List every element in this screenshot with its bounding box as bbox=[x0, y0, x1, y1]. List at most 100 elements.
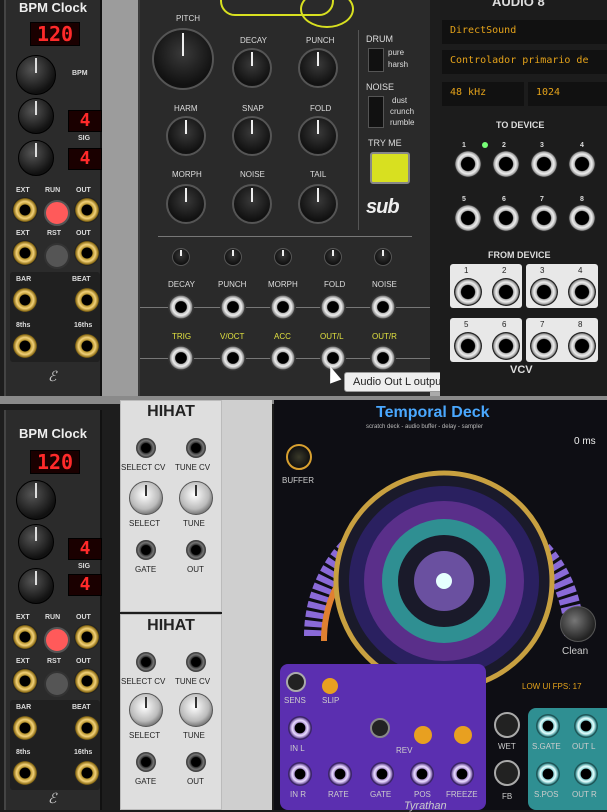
sample-rate-field[interactable]: 48 kHz bbox=[442, 82, 524, 106]
cv-jack-fold[interactable] bbox=[320, 294, 346, 320]
ext-reset-jack[interactable] bbox=[12, 240, 38, 266]
to-device-jack-4[interactable] bbox=[568, 150, 596, 178]
ext-reset-jack[interactable] bbox=[12, 668, 38, 694]
gate-jack[interactable] bbox=[370, 762, 394, 786]
from-device-jack-7[interactable] bbox=[530, 332, 558, 360]
tail-knob[interactable] bbox=[298, 184, 338, 224]
freeze-button[interactable] bbox=[414, 726, 432, 744]
reset-out-jack[interactable] bbox=[74, 668, 100, 694]
driver-field[interactable]: DirectSound bbox=[442, 20, 607, 44]
to-device-jack-1[interactable] bbox=[454, 150, 482, 178]
pos-jack[interactable] bbox=[410, 762, 434, 786]
ext-run-jack[interactable] bbox=[12, 197, 38, 223]
to-device-jack-7[interactable] bbox=[530, 204, 558, 232]
cv-attenuator-1[interactable] bbox=[172, 248, 190, 266]
run-button[interactable] bbox=[44, 627, 70, 653]
out-jack[interactable] bbox=[185, 751, 207, 773]
clock-out-jack[interactable] bbox=[74, 197, 100, 223]
cv-attenuator-4[interactable] bbox=[324, 248, 342, 266]
in-l-jack[interactable] bbox=[288, 716, 312, 740]
from-device-jack-3[interactable] bbox=[530, 278, 558, 306]
cv-jack-punch[interactable] bbox=[220, 294, 246, 320]
gate-jack[interactable] bbox=[135, 751, 157, 773]
rev-button[interactable] bbox=[370, 718, 390, 738]
eighths-jack[interactable] bbox=[12, 333, 38, 359]
clock-out-jack[interactable] bbox=[74, 624, 100, 650]
device-field[interactable]: Controlador primario de bbox=[442, 50, 607, 74]
select-knob[interactable] bbox=[129, 693, 163, 727]
reset-button[interactable] bbox=[44, 243, 70, 269]
cv-jack-morph[interactable] bbox=[270, 294, 296, 320]
from-device-jack-5[interactable] bbox=[454, 332, 482, 360]
sens-knob[interactable] bbox=[286, 672, 306, 692]
noise-switch[interactable] bbox=[368, 96, 384, 128]
cv-attenuator-3[interactable] bbox=[274, 248, 292, 266]
morph-knob[interactable] bbox=[166, 184, 206, 224]
sixteenths-jack[interactable] bbox=[74, 760, 100, 786]
bar-jack[interactable] bbox=[12, 287, 38, 313]
cv-attenuator-2[interactable] bbox=[224, 248, 242, 266]
freeze-jack[interactable] bbox=[450, 762, 474, 786]
out-jack[interactable] bbox=[185, 539, 207, 561]
freeze-button-2[interactable] bbox=[454, 726, 472, 744]
from-device-jack-1[interactable] bbox=[454, 278, 482, 306]
gate-jack[interactable] bbox=[135, 539, 157, 561]
to-device-jack-8[interactable] bbox=[568, 204, 596, 232]
drum-switch[interactable] bbox=[368, 48, 384, 72]
reset-button[interactable] bbox=[44, 671, 70, 697]
harm-knob[interactable] bbox=[166, 116, 206, 156]
to-device-jack-5[interactable] bbox=[454, 204, 482, 232]
cv-jack-decay[interactable] bbox=[168, 294, 194, 320]
ext-run-jack[interactable] bbox=[12, 624, 38, 650]
from-device-jack-8[interactable] bbox=[568, 332, 596, 360]
reset-out-jack[interactable] bbox=[74, 240, 100, 266]
sig-bottom-knob[interactable] bbox=[18, 140, 54, 176]
bpm-knob[interactable] bbox=[16, 55, 56, 95]
trig-jack[interactable] bbox=[168, 345, 194, 371]
to-device-jack-6[interactable] bbox=[492, 204, 520, 232]
from-device-jack-6[interactable] bbox=[492, 332, 520, 360]
eighths-jack[interactable] bbox=[12, 760, 38, 786]
sig-top-knob[interactable] bbox=[18, 98, 54, 134]
out-r-jack[interactable] bbox=[574, 762, 598, 786]
fold-knob[interactable] bbox=[298, 116, 338, 156]
to-device-jack-3[interactable] bbox=[530, 150, 558, 178]
punch-knob[interactable] bbox=[298, 48, 338, 88]
pitch-knob[interactable] bbox=[152, 28, 214, 90]
from-device-jack-2[interactable] bbox=[492, 278, 520, 306]
clean-knob[interactable] bbox=[560, 606, 596, 642]
s-gate-jack[interactable] bbox=[536, 714, 560, 738]
noise-knob[interactable] bbox=[232, 184, 272, 224]
select-knob[interactable] bbox=[129, 481, 163, 515]
platter-display[interactable] bbox=[294, 436, 594, 686]
snap-knob[interactable] bbox=[232, 116, 272, 156]
slip-button[interactable] bbox=[322, 678, 338, 694]
tune-cv-jack[interactable] bbox=[185, 651, 207, 673]
acc-jack[interactable] bbox=[270, 345, 296, 371]
sig-bottom-knob[interactable] bbox=[18, 568, 54, 604]
cv-attenuator-5[interactable] bbox=[374, 248, 392, 266]
block-size-field[interactable]: 1024 bbox=[528, 82, 607, 106]
to-device-jack-2[interactable] bbox=[492, 150, 520, 178]
sixteenths-jack[interactable] bbox=[74, 333, 100, 359]
bar-jack[interactable] bbox=[12, 715, 38, 741]
select-cv-jack[interactable] bbox=[135, 437, 157, 459]
bpm-knob[interactable] bbox=[16, 480, 56, 520]
wet-knob[interactable] bbox=[494, 712, 520, 738]
s-pos-jack[interactable] bbox=[536, 762, 560, 786]
select-cv-jack[interactable] bbox=[135, 651, 157, 673]
decay-knob[interactable] bbox=[232, 48, 272, 88]
sig-top-knob[interactable] bbox=[18, 524, 54, 560]
out-r-jack[interactable] bbox=[370, 345, 396, 371]
rate-jack[interactable] bbox=[328, 762, 352, 786]
tune-knob[interactable] bbox=[179, 481, 213, 515]
try-me-button[interactable] bbox=[370, 152, 410, 184]
fb-knob[interactable] bbox=[494, 760, 520, 786]
beat-jack[interactable] bbox=[74, 287, 100, 313]
voct-jack[interactable] bbox=[220, 345, 246, 371]
out-l-jack[interactable] bbox=[574, 714, 598, 738]
run-button[interactable] bbox=[44, 200, 70, 226]
tune-knob[interactable] bbox=[179, 693, 213, 727]
from-device-jack-4[interactable] bbox=[568, 278, 596, 306]
beat-jack[interactable] bbox=[74, 715, 100, 741]
